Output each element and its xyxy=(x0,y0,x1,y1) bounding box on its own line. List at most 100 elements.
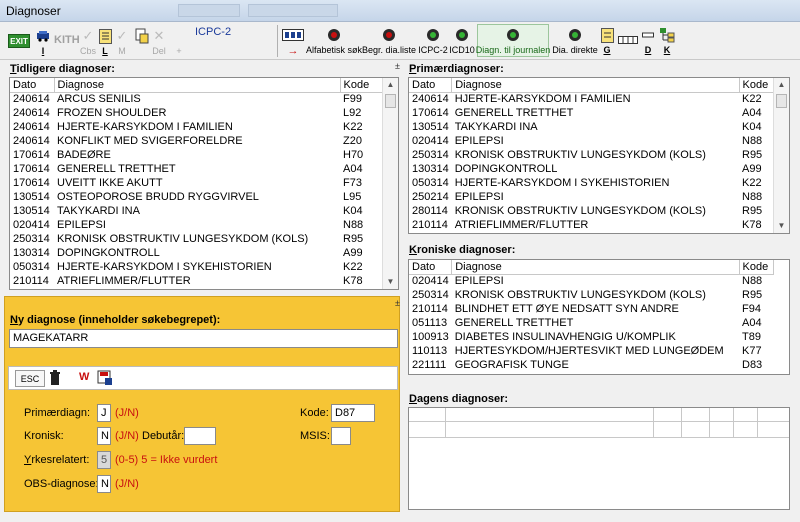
table-row[interactable]: 240614 HJERTE-KARSYKDOM I FAMILIEN K22 xyxy=(409,92,789,106)
table-row[interactable]: 210114 BLINDHET ETT ØYE NEDSATT SYN ANDRE… xyxy=(409,302,789,316)
l-label: L xyxy=(102,46,108,56)
kronisk-label: Kronisk: xyxy=(24,430,64,442)
exit-button[interactable]: EXIT xyxy=(8,34,30,48)
g-button[interactable]: G xyxy=(600,25,614,55)
word-icon[interactable]: W xyxy=(79,371,89,383)
add-button[interactable]: + xyxy=(172,26,186,56)
table-row[interactable]: 050314 HJERTE-KARSYKDOM I SYKEHISTORIEN K2… xyxy=(10,260,398,274)
ruler-button[interactable] xyxy=(617,30,639,50)
table-row[interactable]: 130314 DOPINGKONTROLL A99 xyxy=(409,162,789,176)
table-row[interactable]: 170614 GENERELL TRETTHET A04 xyxy=(409,106,789,120)
table-header-row: Dato Diagnose Kode xyxy=(409,78,789,93)
cell-kode: R95 xyxy=(742,149,763,161)
table-row[interactable]: 110113 HJERTESYKDOM/HJERTESVIKT MED LUNGE… xyxy=(409,344,789,358)
obs-field[interactable]: N xyxy=(97,475,111,493)
sort-button[interactable]: → xyxy=(281,25,305,57)
table-row[interactable]: 170614 GENERELL TRETTHET A04 xyxy=(10,162,398,176)
table-row[interactable]: 170614 BADEØRE H70 xyxy=(10,148,398,162)
cell-date: 050314 xyxy=(13,261,50,273)
k-button[interactable]: K xyxy=(658,25,676,55)
table-row[interactable]: 170614 UVEITT IKKE AKUTT F73 xyxy=(10,176,398,190)
column-header[interactable]: Diagnose xyxy=(54,78,341,93)
column-header[interactable]: Kode xyxy=(340,78,383,93)
table-row[interactable]: 020414 EPILEPSI N88 xyxy=(409,134,789,148)
scroll-down-icon[interactable]: ▼ xyxy=(774,219,789,233)
cell-date: 170614 xyxy=(13,163,50,175)
table-row[interactable]: 250214 EPILEPSI N88 xyxy=(409,190,789,204)
debut-field[interactable] xyxy=(184,427,216,445)
dia-direkte-button[interactable]: Dia. direkte xyxy=(551,25,599,55)
msis-field[interactable] xyxy=(331,427,351,445)
table-row[interactable]: 100913 DIABETES INSULINAVHENGIG U/KOMPLIK… xyxy=(409,330,789,344)
save-icon[interactable] xyxy=(97,370,113,389)
column-header[interactable]: Diagnose xyxy=(451,78,740,93)
cell-diagnose: HJERTE-KARSYKDOM I SYKEHISTORIEN xyxy=(454,177,670,189)
vertical-scrollbar[interactable]: ▲ ▼ xyxy=(382,78,398,289)
cell-kode: K22 xyxy=(343,261,363,273)
l-button[interactable]: L xyxy=(97,26,113,56)
check-icon: ✓ xyxy=(82,28,94,43)
scroll-up-icon[interactable]: ▲ xyxy=(774,78,789,92)
column-header[interactable]: Dato xyxy=(409,78,453,93)
scroll-down-icon[interactable]: ▼ xyxy=(383,275,398,289)
cell-kode: N88 xyxy=(742,191,763,203)
document-button[interactable] xyxy=(134,26,150,46)
column-header[interactable]: Dato xyxy=(409,260,453,275)
i-button[interactable]: I xyxy=(34,26,52,56)
table-row[interactable]: 020414 EPILEPSI N88 xyxy=(409,274,789,288)
alfabetisk-sok-button[interactable]: Alfabetisk søk xyxy=(306,25,362,55)
table-row[interactable]: 130514 TAKYKARDI INA K04 xyxy=(10,204,398,218)
icpc2-button[interactable]: ICPC-2 xyxy=(418,25,448,55)
cell-kode: D83 xyxy=(742,359,763,371)
table-row[interactable]: 250314 KRONISK OBSTRUKTIV LUNGESYKDOM (KO… xyxy=(409,148,789,162)
column-header[interactable]: Kode xyxy=(739,78,774,93)
table-row[interactable]: 210114 ATRIEFLIMMER/FLUTTER K78 xyxy=(10,274,398,288)
table-row[interactable]: 240614 FROZEN SHOULDER L92 xyxy=(10,106,398,120)
cbs-button[interactable]: ✓ Cbs xyxy=(79,26,97,56)
column-header[interactable]: Dato xyxy=(10,78,55,93)
table-row[interactable]: 250314 KRONISK OBSTRUKTIV LUNGESYKDOM (KO… xyxy=(409,288,789,302)
tidligere-table: Dato Diagnose Kode 240614 ARCUS SENILIS F9… xyxy=(9,77,399,290)
search-input[interactable]: MAGEKATARR xyxy=(9,329,398,348)
column-header[interactable]: Kode xyxy=(739,260,774,275)
pin-icon[interactable]: ± xyxy=(395,298,400,308)
table-row[interactable]: 221111 GEOGRAFISK TUNGE D83 xyxy=(409,358,789,372)
table-row[interactable]: 250314 KRONISK OBSTRUKTIV LUNGESYKDOM (KO… xyxy=(10,232,398,246)
table-row[interactable]: 020414 EPILEPSI N88 xyxy=(10,218,398,232)
delete-button[interactable]: ✕ Del xyxy=(151,26,167,56)
yrke-field[interactable]: 5 xyxy=(97,451,111,469)
table-row[interactable]: 240614 HJERTE-KARSYKDOM I FAMILIEN K22 xyxy=(10,120,398,134)
vertical-scrollbar[interactable]: ▲ ▼ xyxy=(773,78,789,233)
esc-button[interactable]: ESC xyxy=(15,370,45,387)
table-row[interactable]: 130314 DOPINGKONTROLL A99 xyxy=(10,246,398,260)
column-header[interactable]: Diagnose xyxy=(451,260,740,275)
primaer-field[interactable]: J xyxy=(97,404,111,422)
record-icon xyxy=(382,25,396,45)
table-row[interactable]: 210114 ATRIEFLIMMER/FLUTTER K78 xyxy=(409,218,789,232)
begr-dia-liste-button[interactable]: Begr. dia.liste xyxy=(362,25,416,55)
pin-icon[interactable]: ± xyxy=(395,61,400,71)
table-row[interactable]: 051113 GENERELL TRETTHET A04 xyxy=(409,316,789,330)
diagn-til-journalen-button[interactable]: Diagn. til journalen xyxy=(476,24,550,57)
cell-kode: K78 xyxy=(742,219,762,231)
scroll-up-icon[interactable]: ▲ xyxy=(383,78,398,92)
scroll-thumb[interactable] xyxy=(385,94,396,108)
record-icon xyxy=(327,25,341,45)
table-row[interactable]: 130514 OSTEOPOROSE BRUDD RYGGVIRVEL L95 xyxy=(10,190,398,204)
table-row[interactable]: 240614 ARCUS SENILIS F99 xyxy=(10,92,398,106)
cell-diagnose: DOPINGKONTROLL xyxy=(454,163,558,175)
primaer-table: Dato Diagnose Kode 240614 HJERTE-KARSYKDO… xyxy=(408,77,790,234)
m-button[interactable]: ✓ M xyxy=(114,26,130,56)
cell-kode: Z20 xyxy=(343,135,362,147)
table-row[interactable]: 050314 HJERTE-KARSYKDOM I SYKEHISTORIEN K2… xyxy=(409,176,789,190)
table-row[interactable]: 280114 KRONISK OBSTRUKTIV LUNGESYKDOM (KO… xyxy=(409,204,789,218)
kronisk-field[interactable]: N xyxy=(97,427,111,445)
scroll-thumb[interactable] xyxy=(776,94,787,108)
alfabetisk-label: Alfabetisk søk xyxy=(305,45,363,55)
trash-icon[interactable] xyxy=(49,370,61,389)
d-button[interactable]: D xyxy=(641,25,655,55)
kode-field[interactable]: D87 xyxy=(331,404,375,422)
table-row[interactable]: 130514 TAKYKARDI INA K04 xyxy=(409,120,789,134)
icd10-button[interactable]: ICD10 xyxy=(449,25,475,55)
table-row[interactable]: 240614 KONFLIKT MED SVIGERFORELDRE Z20 xyxy=(10,134,398,148)
